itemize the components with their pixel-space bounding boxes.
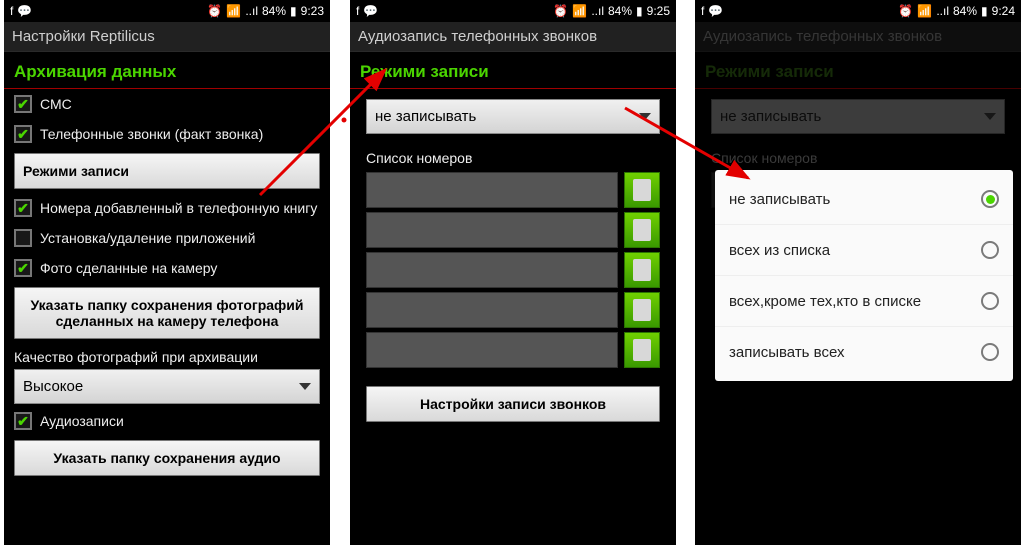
mode-popup: не записывать всех из списка всех,кроме … <box>715 170 1013 381</box>
check-label: Установка/удаление приложений <box>40 230 255 246</box>
clock-text: 9:24 <box>992 4 1015 18</box>
record-modes-button[interactable]: Режими записи <box>14 153 320 189</box>
radio-icon <box>981 292 999 310</box>
option-label: всех из списка <box>729 242 830 259</box>
statusbar: f 💬 ⏰ 📶 ..ıl 84% ▮ 9:23 <box>4 0 330 22</box>
check-label: Аудиозаписи <box>40 413 124 429</box>
statusbar: f 💬 ⏰ 📶 ..ıl 84% ▮ 9:25 <box>350 0 676 22</box>
check-label: СМС <box>40 96 72 112</box>
number-row <box>366 332 660 368</box>
checkbox-icon[interactable] <box>14 412 32 430</box>
alarm-icon: ⏰ <box>898 4 913 18</box>
check-photos[interactable]: Фото сделанные на камеру <box>4 253 330 283</box>
pick-contact-button[interactable] <box>624 332 660 368</box>
chat-icon: 💬 <box>363 4 378 18</box>
dropdown-value: не записывать <box>375 108 476 125</box>
checkbox-icon[interactable] <box>14 199 32 217</box>
quality-label: Качество фотографий при архивации <box>4 343 330 367</box>
pick-contact-button[interactable] <box>624 292 660 328</box>
signal-icon: ..ıl <box>936 4 949 18</box>
chat-icon: 💬 <box>708 4 723 18</box>
wifi-icon: 📶 <box>572 4 587 18</box>
wifi-icon: 📶 <box>917 4 932 18</box>
number-input[interactable] <box>366 332 618 368</box>
signal-icon: ..ıl <box>591 4 604 18</box>
chevron-down-icon <box>639 113 651 120</box>
option-label: не записывать <box>729 191 830 208</box>
numbers-list-label: Список номеров <box>350 144 676 168</box>
alarm-icon: ⏰ <box>553 4 568 18</box>
mode-dropdown[interactable]: не записывать <box>366 99 660 134</box>
battery-text: 84% <box>953 4 977 18</box>
number-row <box>366 212 660 248</box>
phone-screen-2: f 💬 ⏰ 📶 ..ıl 84% ▮ 9:25 Аудиозапись теле… <box>350 0 676 545</box>
radio-selected-icon <box>981 190 999 208</box>
dropdown-value: Высокое <box>23 378 83 395</box>
number-input[interactable] <box>366 172 618 208</box>
facebook-icon: f <box>356 4 359 18</box>
alarm-icon: ⏰ <box>207 4 222 18</box>
pick-contact-button[interactable] <box>624 212 660 248</box>
number-row <box>366 252 660 288</box>
check-label: Номера добавленный в телефонную книгу <box>40 200 317 216</box>
signal-icon: ..ıl <box>245 4 258 18</box>
popup-option-all[interactable]: записывать всех <box>715 327 1013 377</box>
check-contacts-added[interactable]: Номера добавленный в телефонную книгу <box>4 193 330 223</box>
pick-contact-button[interactable] <box>624 252 660 288</box>
check-audio[interactable]: Аудиозаписи <box>4 406 330 436</box>
app-title: Настройки Reptilicus <box>4 22 330 52</box>
popup-option-none[interactable]: не записывать <box>715 174 1013 225</box>
checkbox-icon[interactable] <box>14 95 32 113</box>
radio-icon <box>981 241 999 259</box>
check-sms[interactable]: СМС <box>4 89 330 119</box>
check-calls[interactable]: Телефонные звонки (факт звонка) <box>4 119 330 149</box>
option-label: всех,кроме тех,кто в списке <box>729 293 921 310</box>
number-input[interactable] <box>366 212 618 248</box>
battery-icon: ▮ <box>636 4 643 18</box>
clock-text: 9:23 <box>301 4 324 18</box>
phone-screen-3: f 💬 ⏰ 📶 ..ıl 84% ▮ 9:24 Аудиозапись теле… <box>695 0 1021 545</box>
section-archive: Архивация данных <box>4 52 330 89</box>
popup-option-list[interactable]: всех из списка <box>715 225 1013 276</box>
checkbox-icon[interactable] <box>14 125 32 143</box>
chevron-down-icon <box>299 383 311 390</box>
chat-icon: 💬 <box>17 4 32 18</box>
wifi-icon: 📶 <box>226 4 241 18</box>
clock-text: 9:25 <box>647 4 670 18</box>
option-label: записывать всех <box>729 344 844 361</box>
number-input[interactable] <box>366 252 618 288</box>
photo-folder-button[interactable]: Указать папку сохранения фотографий сдел… <box>14 287 320 339</box>
check-app-changes[interactable]: Установка/удаление приложений <box>4 223 330 253</box>
facebook-icon: f <box>701 4 704 18</box>
audio-folder-button[interactable]: Указать папку сохранения аудио <box>14 440 320 476</box>
battery-text: 84% <box>608 4 632 18</box>
number-input[interactable] <box>366 292 618 328</box>
radio-icon <box>981 343 999 361</box>
check-label: Телефонные звонки (факт звонка) <box>40 126 263 142</box>
number-row <box>366 172 660 208</box>
section-record-modes: Режими записи <box>350 52 676 89</box>
battery-icon: ▮ <box>290 4 297 18</box>
battery-icon: ▮ <box>981 4 988 18</box>
call-record-settings-button[interactable]: Настройки записи звонков <box>366 386 660 422</box>
quality-dropdown[interactable]: Высокое <box>14 369 320 404</box>
check-label: Фото сделанные на камеру <box>40 260 217 276</box>
popup-option-except[interactable]: всех,кроме тех,кто в списке <box>715 276 1013 327</box>
number-row <box>366 292 660 328</box>
phone-screen-1: f 💬 ⏰ 📶 ..ıl 84% ▮ 9:23 Настройки Reptil… <box>4 0 330 545</box>
pick-contact-button[interactable] <box>624 172 660 208</box>
app-title: Аудиозапись телефонных звонков <box>350 22 676 52</box>
facebook-icon: f <box>10 4 13 18</box>
checkbox-icon[interactable] <box>14 259 32 277</box>
battery-text: 84% <box>262 4 286 18</box>
statusbar: f 💬 ⏰ 📶 ..ıl 84% ▮ 9:24 <box>695 0 1021 22</box>
checkbox-icon[interactable] <box>14 229 32 247</box>
